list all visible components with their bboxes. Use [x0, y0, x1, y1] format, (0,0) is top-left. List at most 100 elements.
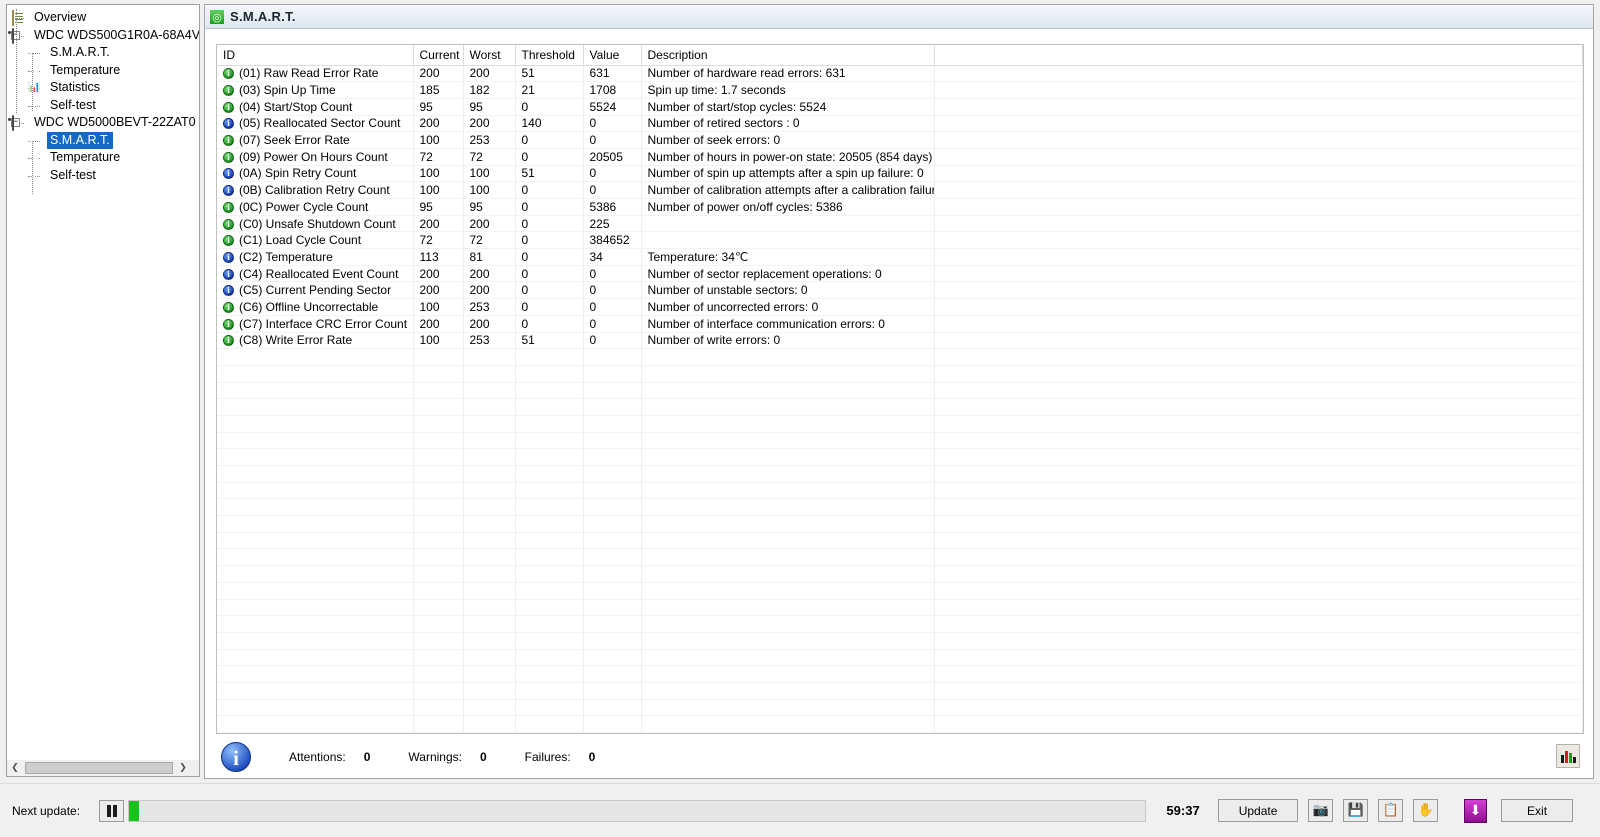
- column-header-threshold[interactable]: Threshold: [515, 45, 584, 66]
- tree-item-s-m-a-r-t[interactable]: S.M.A.R.T.: [7, 131, 199, 149]
- bar-chart-icon[interactable]: [1556, 744, 1580, 768]
- status-ok-icon: [223, 201, 234, 213]
- table-row[interactable]: (C4) Reallocated Event Count20020000Numb…: [217, 265, 1583, 283]
- tree-item-wdc-wds500g1r0a-68a4v[interactable]: − WDC WDS500G1R0A-68A4V: [7, 27, 199, 45]
- column-header-worst[interactable]: Worst: [463, 45, 516, 66]
- table-row[interactable]: (04) Start/Stop Count959505524Number of …: [217, 98, 1583, 116]
- tree-item-label: Temperature: [50, 150, 121, 164]
- tree-item-self-test[interactable]: Self-test: [7, 167, 199, 185]
- column-header-value[interactable]: Value: [583, 45, 642, 66]
- tree-item-statistics[interactable]: Statistics: [7, 79, 199, 97]
- page-title: S.M.A.R.T.: [230, 9, 296, 24]
- tree-item-self-test[interactable]: Self-test: [7, 97, 199, 115]
- status-ok-icon: [223, 101, 234, 113]
- tree-item-label: S.M.A.R.T.: [50, 45, 110, 59]
- tree-item-overview[interactable]: Overview: [7, 9, 199, 27]
- cell-empty: [413, 615, 464, 633]
- table-empty-row: [217, 565, 1583, 583]
- table-row[interactable]: (0C) Power Cycle Count959505386Number of…: [217, 198, 1583, 216]
- cell-spacer: [934, 315, 1583, 333]
- cell-empty: [641, 498, 935, 517]
- scroll-right-icon[interactable]: ❯: [175, 760, 191, 776]
- smart-icon-wrap: [28, 45, 43, 60]
- table-row[interactable]: (C5) Current Pending Sector20020000Numbe…: [217, 281, 1583, 300]
- cell-empty: [583, 448, 642, 466]
- column-header-current[interactable]: Current: [413, 45, 464, 66]
- main-content-panel: S.M.A.R.T. ID Current Worst Threshold Va…: [204, 4, 1594, 779]
- tree-item-temperature[interactable]: Temperature: [7, 149, 199, 167]
- scroll-left-icon[interactable]: ❮: [7, 760, 23, 776]
- cell-empty: [463, 649, 516, 667]
- table-row[interactable]: (01) Raw Read Error Rate20020051631Numbe…: [217, 65, 1583, 83]
- cell-empty: [583, 398, 642, 416]
- cell-empty: [641, 515, 935, 533]
- column-header-id[interactable]: ID: [217, 45, 414, 66]
- cell-empty: [217, 599, 414, 617]
- document-icon: [12, 10, 14, 27]
- cell-description: Number of power on/off cycles: 5386: [641, 198, 935, 216]
- table-row[interactable]: (C7) Interface CRC Error Count20020000Nu…: [217, 315, 1583, 333]
- cell-value: 0: [583, 181, 642, 199]
- table-row[interactable]: (C0) Unsafe Shutdown Count2002000225: [217, 215, 1583, 233]
- update-button[interactable]: Update: [1218, 799, 1299, 822]
- table-empty-row: [217, 582, 1583, 600]
- cell-empty: [413, 632, 464, 650]
- table-row[interactable]: (05) Reallocated Sector Count2002001400N…: [217, 115, 1583, 133]
- pause-icon[interactable]: [99, 799, 125, 822]
- cell-empty: [583, 432, 642, 450]
- cell-id: (0B) Calibration Retry Count: [217, 181, 414, 199]
- cell-threshold: 51: [515, 65, 584, 83]
- cell-id: (C5) Current Pending Sector: [217, 281, 414, 300]
- table-row[interactable]: (C8) Write Error Rate 100253510Number of …: [217, 332, 1583, 350]
- column-header-description[interactable]: Description: [641, 45, 935, 66]
- cell-empty: [583, 548, 642, 567]
- save-icon[interactable]: 💾: [1343, 799, 1369, 822]
- cell-threshold: 0: [515, 131, 584, 149]
- table-row[interactable]: (C1) Load Cycle Count72720384652: [217, 231, 1583, 250]
- table-row[interactable]: (09) Power On Hours Count7272020505Numbe…: [217, 148, 1583, 166]
- scrollbar-thumb[interactable]: [25, 762, 173, 774]
- cell-description: [641, 215, 935, 233]
- tree-horizontal-scrollbar[interactable]: ❮ ❯: [6, 760, 200, 777]
- device-tree: Overview − WDC WDS500G1R0A-68A4V S.M.A.R.T.…: [7, 5, 199, 194]
- table-row[interactable]: (C6) Offline Uncorrectable10025300Number…: [217, 298, 1583, 316]
- table-row[interactable]: (C2) Temperature 11381034Temperature: 34℃: [217, 248, 1583, 266]
- tree-item-s-m-a-r-t[interactable]: S.M.A.R.T.: [7, 44, 199, 62]
- cell-empty: [934, 482, 1583, 500]
- cell-empty: [934, 699, 1583, 717]
- cell-empty: [515, 348, 584, 366]
- cell-empty: [515, 448, 584, 466]
- cell-empty: [463, 548, 516, 567]
- paint-icon[interactable]: ✋: [1413, 799, 1439, 822]
- cell-empty: [463, 599, 516, 617]
- smart-attributes-table[interactable]: ID Current Worst Threshold Value Descrip…: [216, 44, 1584, 734]
- tree-item-temperature[interactable]: Temperature: [7, 62, 199, 80]
- cell-worst: 200: [463, 281, 516, 300]
- cell-empty: [217, 565, 414, 583]
- table-row[interactable]: (07) Seek Error Rate10025300Number of se…: [217, 131, 1583, 149]
- tree-item-label: S.M.A.R.T.: [47, 131, 113, 149]
- cell-value: 5386: [583, 198, 642, 216]
- cell-empty: [515, 415, 584, 433]
- cell-description: Number of write errors: 0: [641, 332, 935, 350]
- cell-id: (0A) Spin Retry Count: [217, 165, 414, 183]
- cell-empty: [934, 448, 1583, 466]
- cell-spacer: [934, 148, 1583, 166]
- table-row[interactable]: (0A) Spin Retry Count100100510Number of …: [217, 165, 1583, 183]
- cell-spacer: [934, 181, 1583, 199]
- tree-item-wdc-wd5000bevt-22zat0[interactable]: − WDC WD5000BEVT-22ZAT0: [7, 114, 199, 132]
- cell-empty: [583, 365, 642, 383]
- tree-connector: [16, 9, 17, 113]
- thermometer-icon-wrap: [28, 63, 43, 78]
- device-tree-panel[interactable]: Overview − WDC WDS500G1R0A-68A4V S.M.A.R.T.…: [6, 4, 200, 765]
- cell-empty: [583, 515, 642, 533]
- tree-item-label: WDC WD5000BEVT-22ZAT0: [34, 115, 196, 129]
- attribute-id-label: (C1) Load Cycle Count: [239, 233, 362, 248]
- cell-threshold: 51: [515, 165, 584, 183]
- exit-button[interactable]: Exit: [1501, 799, 1574, 822]
- copy-icon[interactable]: 📋: [1378, 799, 1404, 822]
- table-row[interactable]: (03) Spin Up Time 185182211708Spin up tim…: [217, 81, 1583, 99]
- table-row[interactable]: (0B) Calibration Retry Count10010000Numb…: [217, 181, 1583, 199]
- download-arrow-icon[interactable]: ⬇: [1464, 798, 1488, 823]
- camera-icon[interactable]: 📷: [1308, 799, 1334, 822]
